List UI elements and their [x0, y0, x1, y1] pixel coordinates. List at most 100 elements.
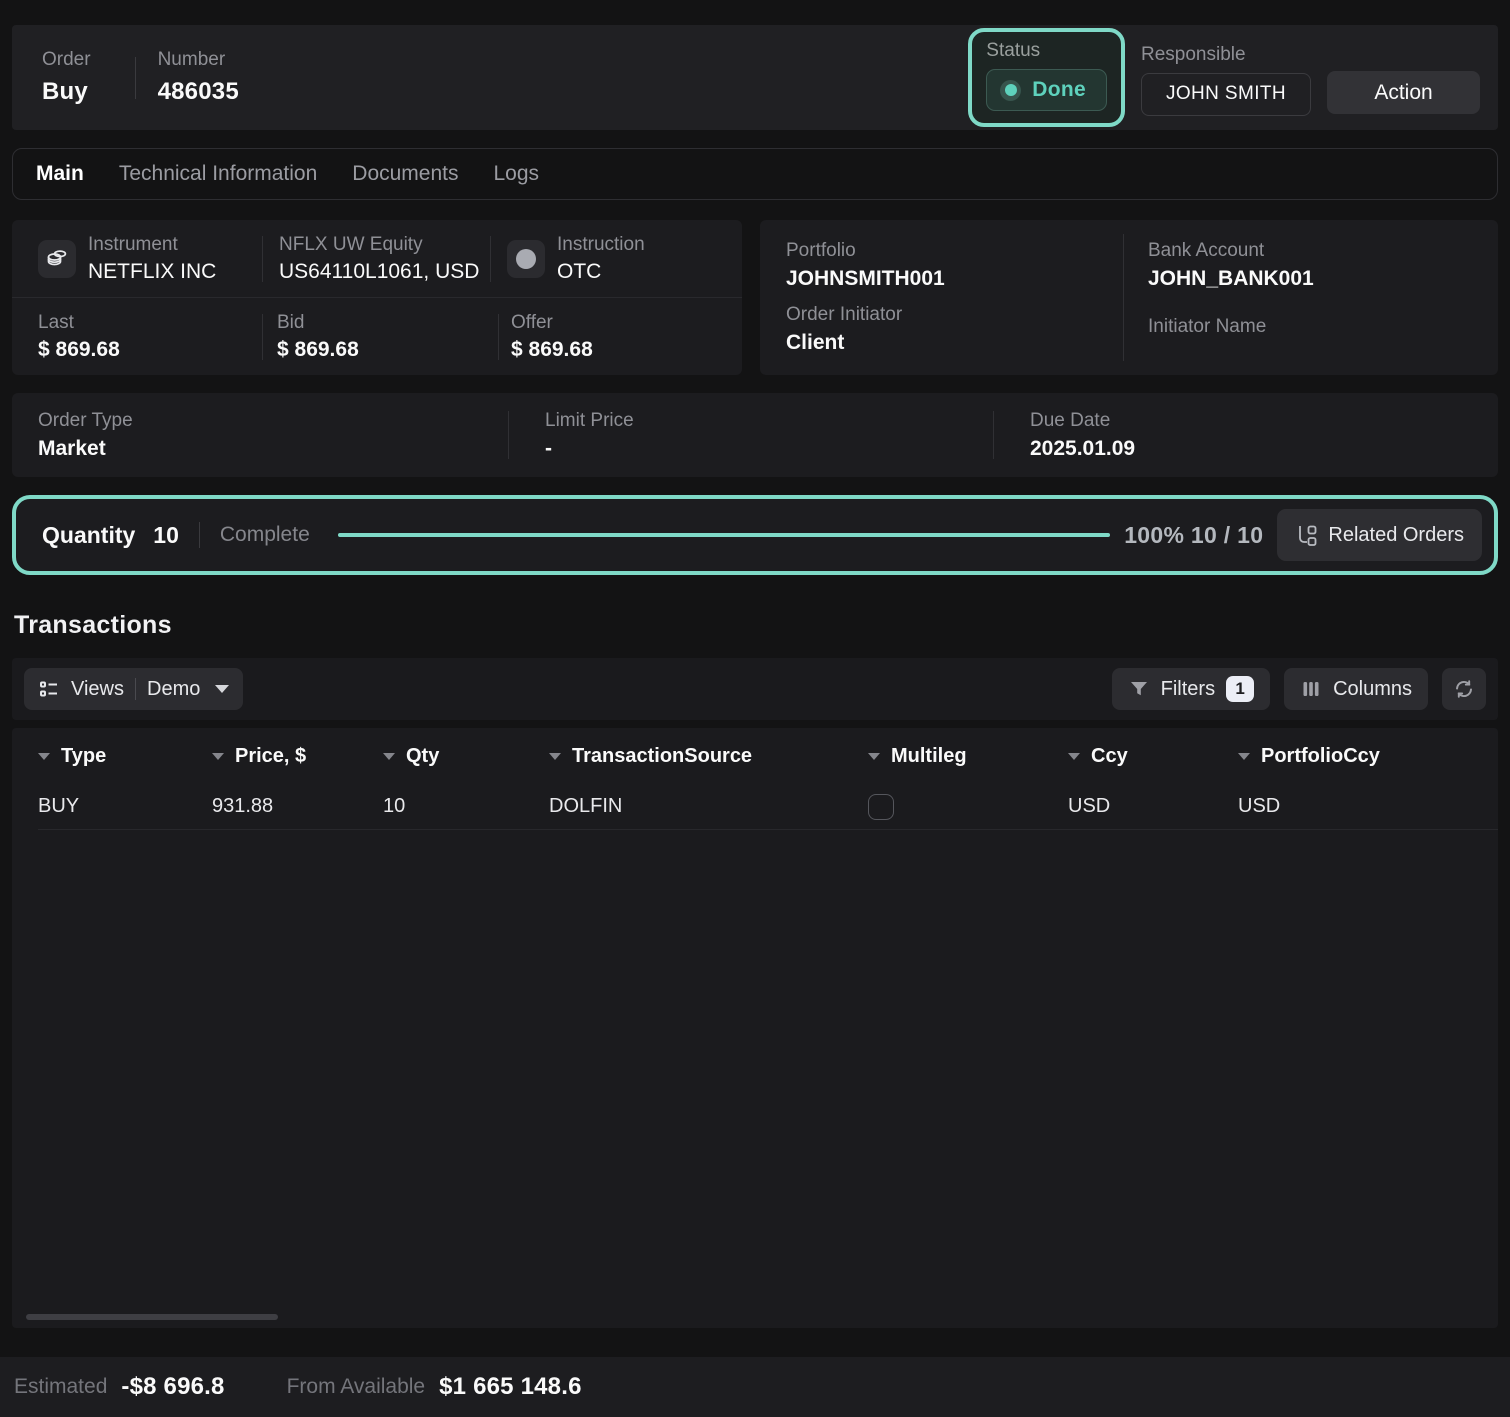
- views-icon: [38, 678, 60, 700]
- order-header-card: Order Buy Number 486035 Status Done Resp…: [12, 25, 1498, 130]
- initiator-name-label: Initiator Name: [1148, 316, 1498, 338]
- tab-technical-information[interactable]: Technical Information: [119, 162, 317, 186]
- table-row[interactable]: BUY 931.88 10 DOLFIN USD USD: [38, 784, 1498, 830]
- instruction-field: Instruction OTC: [490, 236, 742, 282]
- offer-price-field: Offer $ 869.68: [498, 314, 742, 360]
- filters-button[interactable]: Filters 1: [1112, 668, 1270, 710]
- quantity-divider: [199, 522, 200, 548]
- sort-caret-icon: [549, 753, 561, 760]
- order-initiator-value: Client: [786, 331, 1123, 355]
- related-orders-icon: [1295, 524, 1318, 547]
- limit-price-field: Limit Price -: [508, 411, 993, 459]
- order-initiator-field: Order Initiator Client: [760, 298, 1123, 362]
- related-orders-button[interactable]: Related Orders: [1277, 509, 1482, 561]
- column-header-ccy[interactable]: Ccy: [1068, 745, 1238, 768]
- cell-portfolioccy: USD: [1238, 795, 1498, 818]
- column-header-transactionsource[interactable]: TransactionSource: [549, 745, 868, 768]
- bank-account-value: JOHN_BANK001: [1148, 267, 1498, 291]
- horizontal-scrollbar[interactable]: [26, 1314, 278, 1320]
- order-summary: Order Buy Number 486035: [42, 49, 239, 106]
- responsible-value: JOHN SMITH: [1166, 83, 1286, 105]
- status-value: Done: [1032, 78, 1086, 102]
- responsible-label: Responsible: [1141, 44, 1311, 66]
- related-orders-label: Related Orders: [1328, 524, 1464, 547]
- account-card: Portfolio JOHNSMITH001 Bank Account JOHN…: [760, 220, 1498, 375]
- refresh-button[interactable]: [1442, 668, 1486, 710]
- status-highlight-ring: Status Done: [968, 28, 1125, 127]
- sort-caret-icon: [212, 753, 224, 760]
- columns-icon: [1300, 678, 1322, 700]
- instrument-card-prices: Last $ 869.68 Bid $ 869.68 Offer $ 869.6…: [12, 298, 742, 375]
- order-type-value: Market: [38, 437, 508, 461]
- column-header-portfolioccy[interactable]: PortfolioCcy: [1238, 745, 1498, 768]
- multileg-checkbox[interactable]: [868, 794, 894, 820]
- header-actions: Status Done Responsible JOHN SMITH Actio…: [968, 28, 1480, 127]
- quantity-status: Complete: [220, 523, 310, 547]
- due-date-label: Due Date: [1030, 410, 1498, 432]
- order-initiator-label: Order Initiator: [786, 304, 1123, 326]
- views-dropdown[interactable]: Views Demo: [24, 668, 243, 710]
- order-value: Buy: [42, 78, 91, 106]
- tab-documents[interactable]: Documents: [352, 162, 458, 186]
- sort-caret-icon: [1068, 753, 1080, 760]
- column-header-price[interactable]: Price, $: [212, 745, 383, 768]
- status-dot-icon: [1000, 80, 1021, 101]
- transactions-table: Type Price, $ Qty TransactionSource Mult…: [12, 728, 1498, 1328]
- order-type-field: Order Type Market: [12, 411, 508, 459]
- portfolio-field: Portfolio JOHNSMITH001: [760, 234, 1123, 298]
- sort-caret-icon: [868, 753, 880, 760]
- quantity-progress-text: 100% 10 / 10: [1124, 522, 1263, 549]
- number-label: Number: [158, 49, 239, 71]
- equity-value: US64110L1061, USD: [279, 260, 479, 284]
- views-separator: [135, 678, 136, 700]
- cell-price: 931.88: [212, 795, 383, 818]
- tab-logs[interactable]: Logs: [494, 162, 540, 186]
- header-divider: [135, 57, 136, 99]
- order-field: Order Buy: [42, 49, 91, 106]
- instrument-card: Instrument NETFLIX INC NFLX UW Equity US…: [12, 220, 742, 375]
- cell-type: BUY: [38, 795, 212, 818]
- bid-price-field: Bid $ 869.68: [262, 314, 498, 360]
- bank-account-field: Bank Account JOHN_BANK001: [1123, 234, 1498, 298]
- tab-main[interactable]: Main: [36, 162, 84, 186]
- last-label: Last: [38, 312, 120, 334]
- sort-caret-icon: [383, 753, 395, 760]
- views-selected: Demo: [147, 678, 200, 701]
- initiator-name-field: Initiator Name: [1123, 298, 1498, 362]
- cell-transactionsource: DOLFIN: [549, 795, 868, 818]
- footer-bar: Estimated -$8 696.8 From Available $1 66…: [0, 1357, 1510, 1417]
- order-details-card: Order Type Market Limit Price - Due Date…: [12, 393, 1498, 477]
- column-header-qty[interactable]: Qty: [383, 745, 549, 768]
- status-label: Status: [986, 40, 1107, 62]
- order-type-label: Order Type: [38, 410, 508, 432]
- transactions-toolbar: Views Demo Filters 1 Columns: [12, 658, 1498, 720]
- order-label: Order: [42, 49, 91, 71]
- instruction-label: Instruction: [557, 234, 645, 256]
- due-date-field: Due Date 2025.01.09: [993, 411, 1498, 459]
- due-date-value: 2025.01.09: [1030, 437, 1498, 461]
- responsible-value-box[interactable]: JOHN SMITH: [1141, 73, 1311, 116]
- responsible-field: Responsible JOHN SMITH: [1141, 44, 1311, 116]
- estimated-value: -$8 696.8: [121, 1373, 224, 1401]
- cell-qty: 10: [383, 795, 549, 818]
- instrument-value: NETFLIX INC: [88, 260, 216, 284]
- column-header-multileg[interactable]: Multileg: [868, 745, 1068, 768]
- columns-button[interactable]: Columns: [1284, 668, 1428, 710]
- action-button[interactable]: Action: [1327, 71, 1480, 114]
- info-cards-row: Instrument NETFLIX INC NFLX UW Equity US…: [12, 220, 1498, 375]
- offer-label: Offer: [511, 312, 593, 334]
- number-value: 486035: [158, 78, 239, 106]
- number-field: Number 486035: [158, 49, 239, 106]
- status-badge[interactable]: Done: [986, 69, 1107, 111]
- filter-funnel-icon: [1128, 678, 1150, 700]
- estimated-label: Estimated: [14, 1375, 107, 1399]
- chevron-down-icon: [215, 685, 229, 693]
- quantity-value: 10: [153, 522, 179, 549]
- portfolio-label: Portfolio: [786, 240, 1123, 262]
- from-available-value: $1 665 148.6: [439, 1373, 582, 1401]
- bid-label: Bid: [277, 312, 359, 334]
- from-available-label: From Available: [287, 1375, 426, 1399]
- filters-label: Filters: [1161, 678, 1215, 701]
- instruction-circle-icon: [507, 240, 545, 278]
- column-header-type[interactable]: Type: [38, 745, 212, 768]
